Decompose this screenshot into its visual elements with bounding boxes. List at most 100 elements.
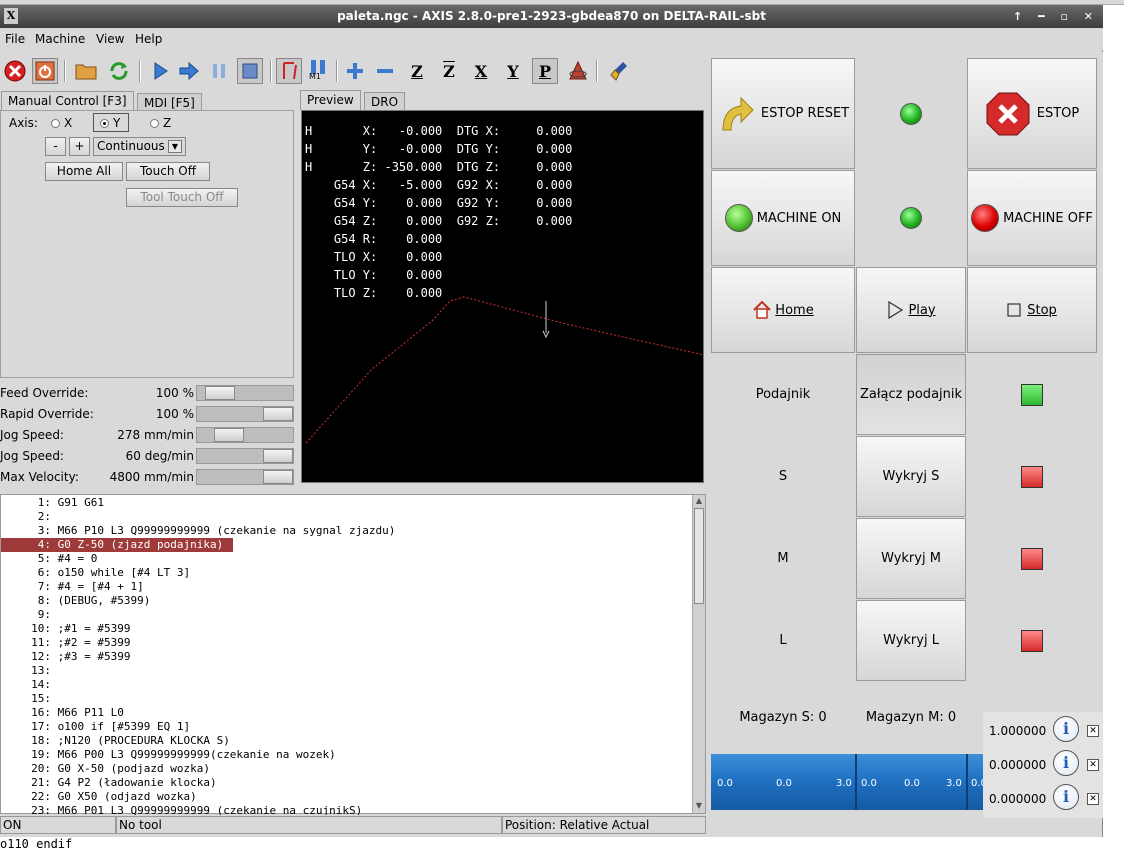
touch-off-button[interactable]: Touch Off — [126, 162, 210, 181]
sensor-label-m: M — [777, 551, 789, 566]
sensor-label-l: L — [779, 633, 787, 648]
power-icon[interactable] — [32, 58, 58, 84]
clear-plot-icon[interactable] — [607, 58, 633, 84]
line-number: 14: — [31, 678, 51, 691]
menu-machine[interactable]: Machine — [35, 32, 85, 46]
zoom-out-icon[interactable] — [372, 58, 398, 84]
code-line[interactable]: 12: ;#3 = #5399 — [1, 650, 130, 664]
tool-touch-off-button[interactable]: Tool Touch Off — [126, 188, 238, 207]
view-x-icon[interactable]: X — [468, 58, 494, 84]
tab-mdi[interactable]: MDI [F5] — [137, 93, 202, 110]
open-file-icon[interactable] — [73, 58, 99, 84]
tab-preview[interactable]: Preview — [300, 90, 361, 110]
code-line[interactable]: 14: — [1, 678, 58, 692]
axis-radio-y[interactable]: Y — [93, 113, 130, 132]
estop-icon[interactable] — [2, 58, 28, 84]
machine-on-button[interactable]: MACHINE ON — [711, 170, 855, 266]
code-line[interactable]: 2: — [1, 510, 58, 524]
override-slider[interactable] — [196, 427, 294, 443]
slider-thumb[interactable] — [263, 449, 293, 463]
code-scrollbar[interactable]: ▲ ▼ — [692, 495, 705, 813]
window-controls[interactable]: ↑ ━ ▫ ✕ — [1013, 5, 1099, 28]
close-icon[interactable]: ✕ — [1087, 793, 1099, 805]
view-z-icon[interactable]: Z — [404, 58, 430, 84]
code-line[interactable]: 10: ;#1 = #5399 — [1, 622, 130, 636]
view-p-icon[interactable]: P — [532, 58, 558, 84]
optional-stop-icon[interactable]: M1 — [305, 58, 331, 84]
step-icon[interactable] — [176, 58, 202, 84]
line-number: 3: — [37, 524, 51, 537]
bar-value: 0.0 — [717, 778, 733, 789]
estop-button[interactable]: ESTOP — [967, 58, 1097, 169]
code-line[interactable]: 19: M66 P00 L3 Q99999999999(czekanie na … — [1, 748, 336, 762]
line-text: M66 P10 L3 Q99999999999 (czekanie na syg… — [57, 524, 396, 537]
line-text: #4 = [#4 + 1] — [57, 580, 144, 593]
code-line[interactable]: 18: ;N120 (PROCEDURA KLOCKA S) — [1, 734, 230, 748]
line-number: 18: — [31, 734, 51, 747]
slider-thumb[interactable] — [263, 470, 293, 484]
close-icon[interactable]: ✕ — [1087, 759, 1099, 771]
block-delete-icon[interactable] — [276, 58, 302, 84]
preview-canvas[interactable]: H X: -0.000 DTG X: 0.000 H Y: -0.000 DTG … — [301, 110, 704, 483]
scroll-up-icon[interactable]: ▲ — [693, 495, 705, 507]
zoom-in-icon[interactable] — [342, 58, 368, 84]
code-line[interactable]: 7: #4 = [#4 + 1] — [1, 580, 144, 594]
tab-dro[interactable]: DRO — [364, 92, 406, 110]
detect-s-button[interactable]: Wykryj S — [856, 436, 966, 517]
code-line[interactable]: 5: #4 = 0 — [1, 552, 98, 566]
axis-radio-z[interactable]: Z — [150, 116, 171, 130]
menu-help[interactable]: Help — [135, 32, 162, 46]
info-icon: i — [1053, 784, 1079, 810]
view-y-icon[interactable]: Y — [500, 58, 526, 84]
override-slider[interactable] — [196, 448, 294, 464]
code-line[interactable]: 17: o100 if [#5399 EQ 1] — [1, 720, 190, 734]
tab-manual-control[interactable]: Manual Control [F3] — [1, 91, 134, 110]
code-line[interactable]: 8: (DEBUG, #5399) — [1, 594, 151, 608]
run-icon[interactable] — [147, 58, 173, 84]
override-slider[interactable] — [196, 469, 294, 485]
code-line[interactable]: 20: G0 X-50 (podjazd wozka) — [1, 762, 210, 776]
code-line[interactable]: 9: — [1, 608, 58, 622]
estop-reset-button[interactable]: ESTOP RESET — [711, 58, 855, 169]
detect-l-button[interactable]: Wykryj L — [856, 600, 966, 681]
override-slider[interactable] — [196, 406, 294, 422]
home-all-button[interactable]: Home All — [45, 162, 123, 181]
pause-icon[interactable] — [206, 58, 232, 84]
override-slider[interactable] — [196, 385, 294, 401]
menu-file[interactable]: File — [5, 32, 25, 46]
axis-radio-x[interactable]: X — [51, 116, 72, 130]
code-line[interactable]: 3: M66 P10 L3 Q99999999999 (czekanie na … — [1, 524, 396, 538]
code-line[interactable]: 1: G91 G61 — [1, 496, 104, 510]
current-code-line[interactable]: 4: G0 Z-50 (zjazd podajnika) — [1, 538, 233, 552]
stop-button[interactable]: Stop — [967, 267, 1097, 353]
jog-minus-button[interactable]: - — [45, 137, 66, 156]
code-line[interactable]: 21: G4 P2 (ładowanie klocka) — [1, 776, 216, 790]
code-line[interactable]: 15: — [1, 692, 58, 706]
scroll-thumb[interactable] — [694, 508, 704, 604]
rotate-icon[interactable] — [565, 58, 591, 84]
line-text: o150 while [#4 LT 3] — [57, 566, 191, 579]
play-button[interactable]: Play — [856, 267, 966, 353]
gcode-listing[interactable]: 1: G91 G61 2: 3: M66 P10 L3 Q99999999999 … — [0, 494, 706, 817]
detect-m-button[interactable]: Wykryj M — [856, 518, 966, 599]
led-square-red-icon — [1021, 547, 1043, 570]
code-line[interactable]: 22: G0 X50 (odjazd wozka) — [1, 790, 197, 804]
code-line[interactable]: 13: — [1, 664, 58, 678]
scroll-down-icon[interactable]: ▼ — [693, 800, 705, 812]
code-line[interactable]: 16: M66 P11 L0 — [1, 706, 124, 720]
feeder-enable-button[interactable]: Załącz podajnik — [856, 354, 966, 435]
jog-increment-select[interactable]: Continuous ▼ — [93, 137, 186, 156]
machine-off-button[interactable]: MACHINE OFF — [967, 170, 1097, 266]
jog-plus-button[interactable]: + — [69, 137, 90, 156]
code-line[interactable]: 6: o150 while [#4 LT 3] — [1, 566, 190, 580]
menu-view[interactable]: View — [96, 32, 124, 46]
code-line[interactable]: 11: ;#2 = #5399 — [1, 636, 130, 650]
stop-icon[interactable] — [237, 58, 263, 84]
slider-thumb[interactable] — [214, 428, 244, 442]
reload-icon[interactable] — [106, 58, 132, 84]
slider-thumb[interactable] — [205, 386, 235, 400]
slider-thumb[interactable] — [263, 407, 293, 421]
view-z2-icon[interactable]: Z — [436, 58, 462, 84]
close-icon[interactable]: ✕ — [1087, 725, 1099, 737]
home-button[interactable]: Home — [711, 267, 855, 353]
